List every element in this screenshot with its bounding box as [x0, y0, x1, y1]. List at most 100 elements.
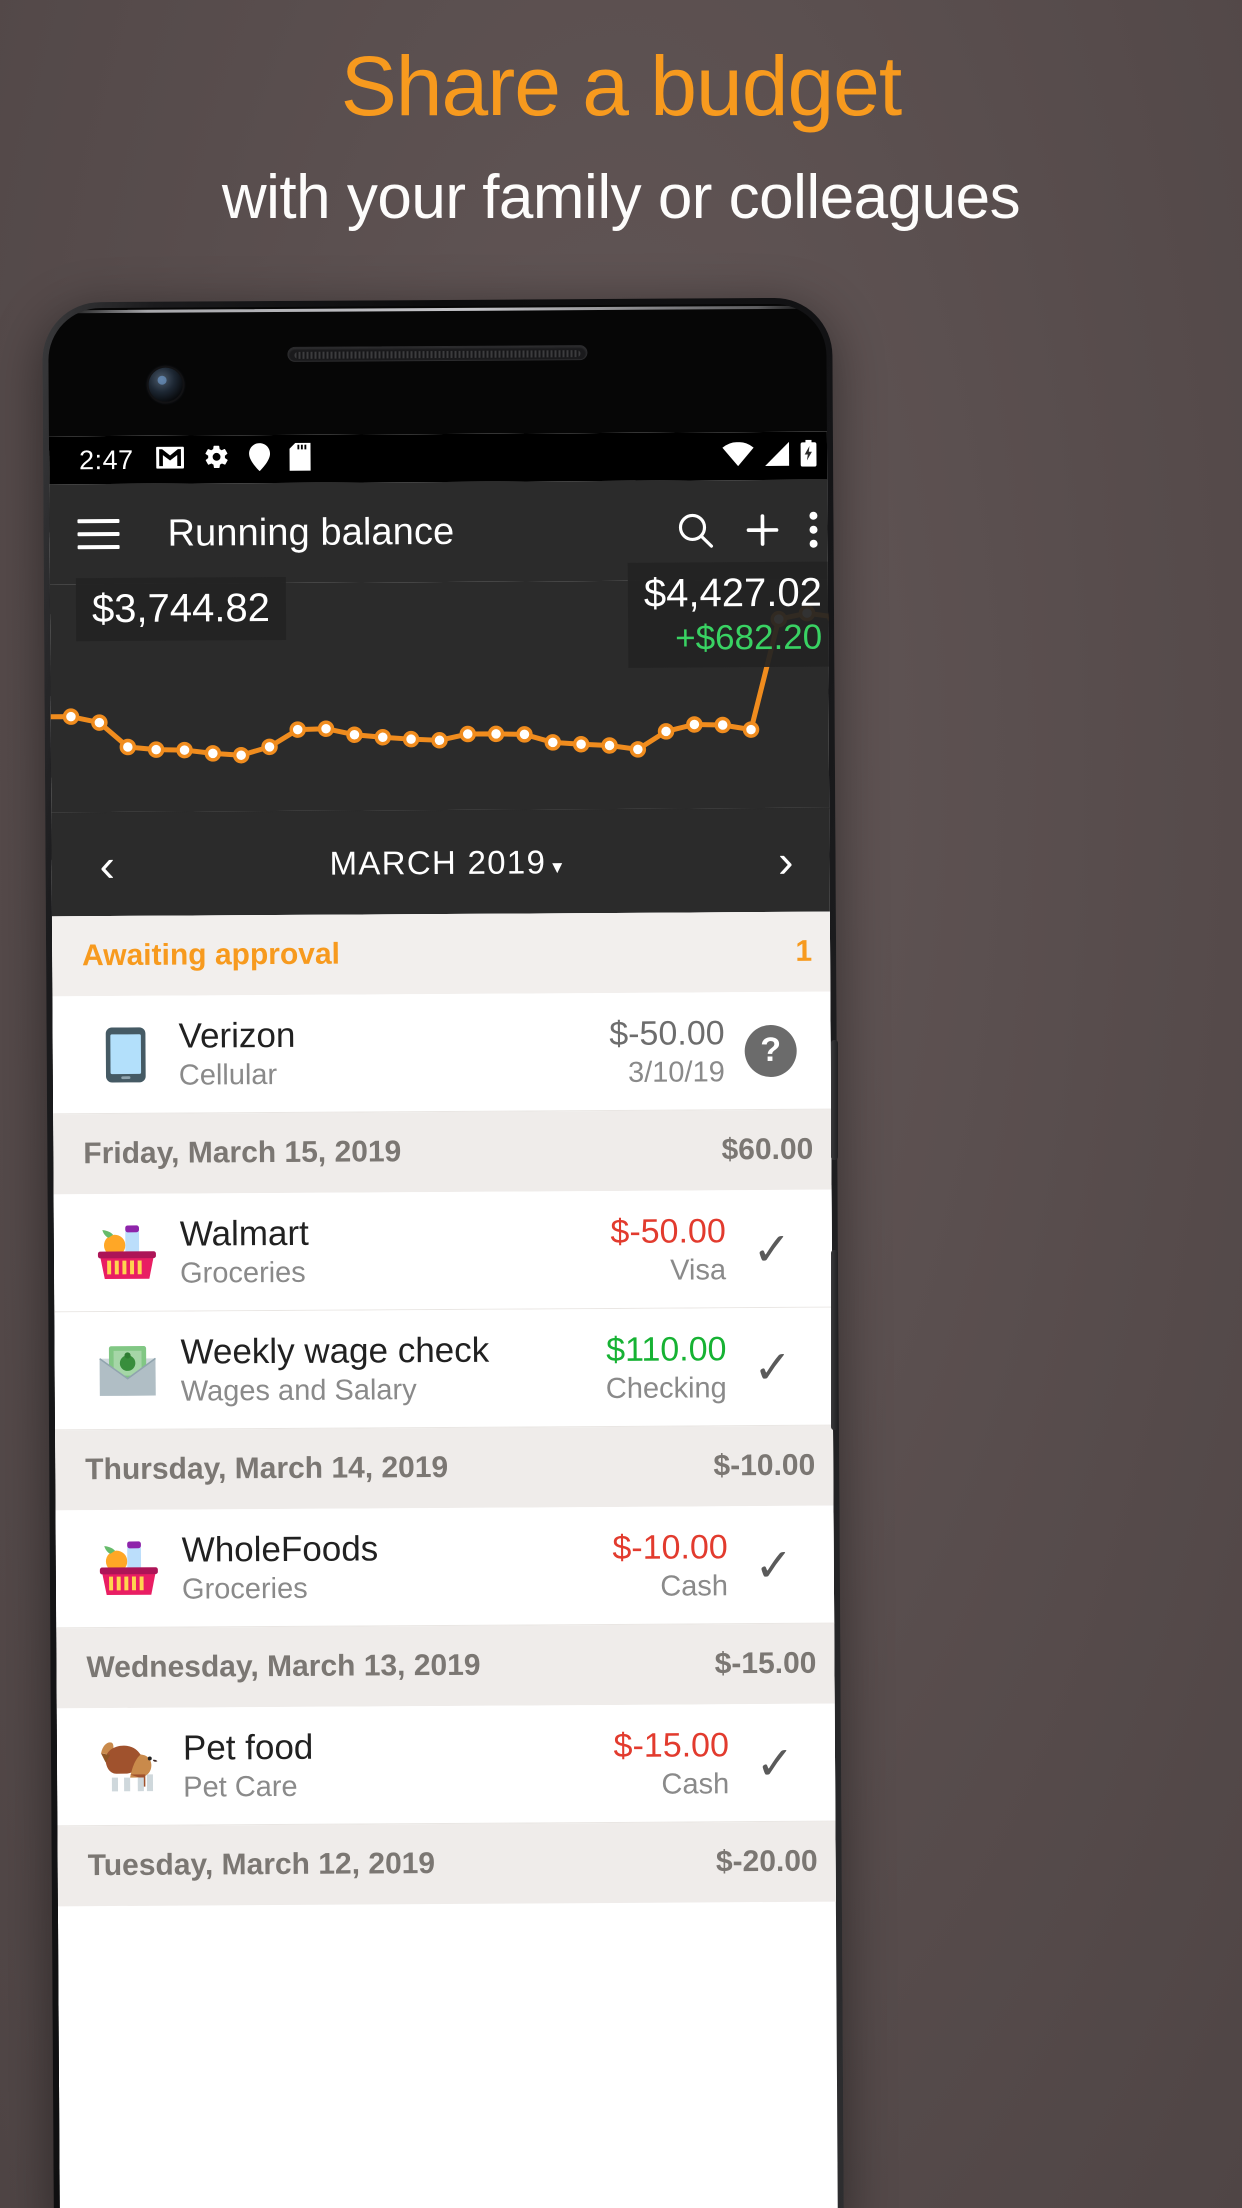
transaction-title: Verizon	[178, 1015, 296, 1056]
chart-point	[91, 714, 108, 731]
dog-icon	[87, 1737, 173, 1796]
check-icon[interactable]: ✓	[729, 1736, 821, 1788]
chart-point	[742, 721, 760, 738]
table-row[interactable]: Pet food Pet Care $-15.00 Cash ✓	[56, 1703, 838, 1827]
promo-subtitle: with your family or colleagues	[221, 163, 1021, 232]
transaction-category: Pet Care	[183, 1770, 298, 1804]
chart-point	[204, 745, 222, 762]
transaction-list[interactable]: Awaiting approval 1 Verizon Cellular $-50.00…	[51, 911, 838, 1907]
transaction-account: Cash	[661, 1767, 730, 1801]
grocery-basket-icon	[86, 1539, 172, 1598]
table-row[interactable]: Verizon Cellular $-50.00 3/10/19?	[52, 991, 838, 1115]
chart-point	[374, 729, 392, 746]
chart-point	[119, 738, 137, 756]
chart-point	[232, 746, 250, 764]
transaction-account: Checking	[605, 1371, 727, 1405]
phone-screen: 2:47 Running balance $3,744.82 $4,427.02…	[48, 431, 838, 2208]
section-amount: 1	[795, 934, 813, 968]
chart-point	[487, 725, 505, 743]
chart-point	[402, 730, 420, 748]
chart-point	[176, 741, 193, 759]
transaction-amount-block: $110.00 Checking	[605, 1328, 727, 1407]
chart-point	[261, 738, 278, 756]
table-row[interactable]: WholeFoods Groceries $-10.00 Cash ✓	[55, 1505, 838, 1629]
chart-point	[657, 723, 675, 740]
table-row[interactable]: Walmart Groceries $-50.00 Visa ✓	[53, 1189, 838, 1313]
smartphone-icon	[83, 1025, 169, 1084]
month-label[interactable]: MARCH 2019 ▾	[329, 843, 563, 882]
transaction-title: Pet food	[182, 1727, 314, 1768]
chevron-left-icon[interactable]: ‹	[85, 837, 129, 891]
check-icon[interactable]: ✓	[726, 1222, 818, 1274]
transaction-account: Cash	[660, 1569, 729, 1603]
transaction-description: Pet food Pet Care	[173, 1724, 614, 1805]
month-text: MARCH 2019	[329, 842, 547, 882]
transaction-title: WholeFoods	[181, 1528, 379, 1570]
month-navigator: ‹ MARCH 2019 ▾ ›	[51, 807, 838, 917]
table-row[interactable]: Weekly wage check Wages and Salary $110.00…	[54, 1307, 838, 1431]
transaction-amount: $-50.00	[609, 1013, 725, 1053]
volume-button[interactable]	[831, 1250, 838, 1430]
section-amount: $60.00	[721, 1132, 814, 1167]
transaction-category: Groceries	[181, 1572, 308, 1606]
chart-point	[147, 741, 165, 758]
transaction-category: Wages and Salary	[180, 1373, 417, 1408]
transaction-amount: $-10.00	[612, 1527, 728, 1567]
date-section-header[interactable]: Friday, March 15, 2019 $60.00	[53, 1109, 838, 1195]
caret-down-icon: ▾	[552, 855, 564, 878]
transaction-account: 3/10/19	[627, 1055, 725, 1089]
chart-point	[686, 716, 703, 733]
promo-screenshot: Share a budget with your family or colle…	[0, 0, 1242, 2208]
check-icon[interactable]: ✓	[726, 1340, 818, 1392]
section-amount: $-20.00	[715, 1844, 818, 1879]
section-label: Friday, March 15, 2019	[83, 1135, 402, 1171]
chart-point	[317, 720, 335, 737]
question-badge-icon[interactable]: ?	[725, 1024, 817, 1077]
balance-delta-value: +$682.20	[675, 617, 823, 658]
end-balance-value: $4,427.02	[643, 570, 823, 616]
section-amount: $-10.00	[713, 1448, 816, 1483]
section-label: Thursday, March 14, 2019	[85, 1450, 449, 1487]
chart-point	[459, 725, 477, 743]
promo-title: Share a budget	[340, 39, 902, 133]
transaction-description: Weekly wage check Wages and Salary	[170, 1329, 606, 1410]
section-amount: $-15.00	[714, 1646, 817, 1681]
date-section-header[interactable]: Tuesday, March 12, 2019 $-20.00	[57, 1821, 838, 1907]
running-balance-chart[interactable]: $3,744.82 $4,427.02 +$682.20	[48, 561, 838, 813]
transaction-amount-block: $-10.00 Cash	[612, 1526, 728, 1605]
chart-point	[431, 732, 448, 749]
transaction-description: WholeFoods Groceries	[172, 1526, 613, 1607]
money-envelope-icon	[84, 1342, 170, 1399]
chart-point	[62, 708, 80, 725]
transaction-description: Verizon Cellular	[168, 1012, 609, 1093]
chart-point	[601, 737, 618, 754]
transaction-amount: $-15.00	[613, 1725, 730, 1765]
chart-point	[516, 726, 533, 743]
transaction-title: Walmart	[179, 1213, 309, 1254]
transaction-amount: $-50.00	[610, 1211, 726, 1251]
transaction-title: Weekly wage check	[180, 1330, 490, 1372]
awaiting-approval-header[interactable]: Awaiting approval 1	[51, 911, 838, 997]
transaction-category: Cellular	[178, 1058, 278, 1092]
phone-device: 2:47 Running balance $3,744.82 $4,427.02…	[42, 297, 844, 2208]
end-balance-label: $4,427.02 +$682.20	[627, 561, 838, 668]
power-button[interactable]	[831, 1040, 838, 1160]
chart-point	[629, 741, 647, 758]
section-label: Tuesday, March 12, 2019	[87, 1847, 436, 1883]
date-section-header[interactable]: Wednesday, March 13, 2019 $-15.00	[56, 1623, 838, 1709]
front-camera	[148, 367, 183, 402]
transaction-category: Groceries	[179, 1256, 306, 1290]
check-icon[interactable]: ✓	[728, 1538, 820, 1590]
transaction-amount: $110.00	[606, 1329, 727, 1369]
section-label: Awaiting approval	[82, 937, 341, 973]
chart-point	[827, 608, 838, 626]
transaction-description: Walmart Groceries	[170, 1210, 611, 1291]
chart-point	[714, 716, 731, 734]
transaction-amount-block: $-50.00 3/10/19	[609, 1012, 725, 1091]
grocery-basket-icon	[84, 1223, 170, 1282]
chevron-right-icon[interactable]: ›	[764, 833, 808, 887]
transaction-account: Visa	[670, 1253, 727, 1287]
date-section-header[interactable]: Thursday, March 14, 2019 $-10.00	[55, 1425, 838, 1511]
transaction-amount-block: $-15.00 Cash	[613, 1724, 729, 1803]
bezel-highlight	[56, 305, 819, 314]
